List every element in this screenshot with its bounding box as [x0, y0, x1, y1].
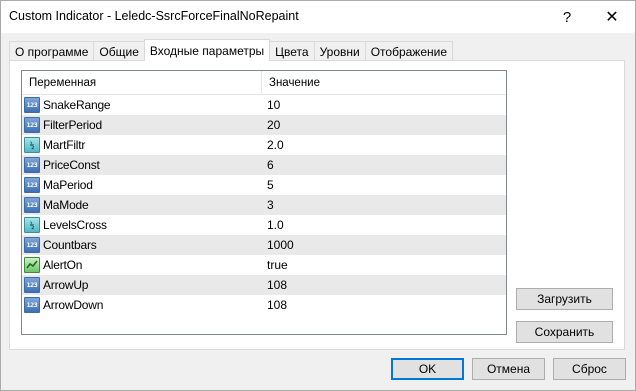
double-type-icon: ½	[24, 137, 40, 153]
variable-cell: ½ LevelsCross	[22, 215, 262, 235]
reset-button[interactable]: Сброс	[553, 358, 626, 380]
int-type-icon: 123	[24, 97, 40, 113]
table-row[interactable]: 123 MaMode 3	[22, 195, 506, 215]
variable-name: Countbars	[43, 238, 97, 252]
table-row[interactable]: ½ MartFiltr 2.0	[22, 135, 506, 155]
variable-cell: 123 Countbars	[22, 235, 262, 255]
table-row[interactable]: 123 Countbars 1000	[22, 235, 506, 255]
int-type-icon: 123	[24, 237, 40, 253]
variable-cell: AlertOn	[22, 255, 262, 275]
table-row[interactable]: 123 SnakeRange 10	[22, 95, 506, 115]
tab-label: Общие	[99, 44, 139, 59]
table-row[interactable]: ½ LevelsCross 1.0	[22, 215, 506, 235]
table-row[interactable]: AlertOn true	[22, 255, 506, 275]
tab-panel: Переменная Значение 123 SnakeRange 10 123 Fi…	[9, 60, 625, 350]
table-row[interactable]: 123 ArrowUp 108	[22, 275, 506, 295]
tab-about[interactable]: О программе	[9, 41, 95, 61]
window-title: Custom Indicator - Leledc-SsrcForceFinal…	[9, 9, 299, 23]
table-body: 123 SnakeRange 10 123 FilterPeriod 20 ½ MartFil…	[22, 95, 506, 315]
int-type-icon: 123	[24, 277, 40, 293]
title-bar: Custom Indicator - Leledc-SsrcForceFinal…	[1, 1, 635, 33]
int-type-icon: 123	[24, 177, 40, 193]
value-cell[interactable]: 1.0	[262, 218, 506, 232]
variable-cell: 123 MaPeriod	[22, 175, 262, 195]
variable-cell: 123 SnakeRange	[22, 95, 262, 115]
table-row[interactable]: 123 ArrowDown 108	[22, 295, 506, 315]
value-cell[interactable]: 20	[262, 118, 506, 132]
value-cell[interactable]: 5	[262, 178, 506, 192]
variable-name: MaMode	[43, 198, 89, 212]
close-icon: ✕	[605, 9, 619, 26]
variable-cell: 123 PriceConst	[22, 155, 262, 175]
variable-name: AlertOn	[43, 258, 83, 272]
tab-visualization[interactable]: Отображение	[364, 41, 454, 61]
variable-cell: 123 FilterPeriod	[22, 115, 262, 135]
value-cell[interactable]: 10	[262, 98, 506, 112]
variable-cell: 123 ArrowUp	[22, 275, 262, 295]
int-type-icon: 123	[24, 117, 40, 133]
tab-colors[interactable]: Цвета	[269, 41, 315, 61]
variable-name: MaPeriod	[43, 178, 93, 192]
save-button[interactable]: Сохранить	[516, 321, 613, 343]
value-cell[interactable]: 1000	[262, 238, 506, 252]
variable-name: ArrowDown	[43, 298, 104, 312]
value-cell[interactable]: 6	[262, 158, 506, 172]
variable-cell: 123 MaMode	[22, 195, 262, 215]
int-type-icon: 123	[24, 297, 40, 313]
value-cell[interactable]: true	[262, 258, 506, 272]
variable-name: ArrowUp	[43, 278, 89, 292]
load-button[interactable]: Загрузить	[516, 288, 613, 310]
tab-label: О программе	[15, 44, 89, 59]
table-row[interactable]: 123 FilterPeriod 20	[22, 115, 506, 135]
tab-label: Отображение	[370, 44, 448, 59]
int-type-icon: 123	[24, 157, 40, 173]
close-button[interactable]: ✕	[589, 1, 635, 33]
tab-common[interactable]: Общие	[93, 41, 145, 61]
table-header: Переменная Значение	[22, 71, 506, 95]
variable-name: FilterPeriod	[43, 118, 102, 132]
value-cell[interactable]: 108	[262, 298, 506, 312]
dialog-window: Custom Indicator - Leledc-SsrcForceFinal…	[0, 0, 636, 391]
variable-name: PriceConst	[43, 158, 100, 172]
column-header-variable[interactable]: Переменная	[22, 71, 262, 95]
cancel-button[interactable]: Отмена	[472, 358, 545, 380]
value-cell[interactable]: 108	[262, 278, 506, 292]
variable-cell: ½ MartFiltr	[22, 135, 262, 155]
parameters-table[interactable]: Переменная Значение 123 SnakeRange 10 123 Fi…	[21, 70, 507, 335]
tab-levels[interactable]: Уровни	[313, 41, 366, 61]
variable-name: LevelsCross	[43, 218, 107, 232]
variable-cell: 123 ArrowDown	[22, 295, 262, 315]
value-cell[interactable]: 2.0	[262, 138, 506, 152]
double-type-icon: ½	[24, 217, 40, 233]
tab-label: Уровни	[319, 44, 360, 59]
table-row[interactable]: 123 PriceConst 6	[22, 155, 506, 175]
bool-type-icon	[24, 257, 40, 273]
tab-inputs[interactable]: Входные параметры	[143, 39, 271, 61]
help-button[interactable]: ?	[544, 1, 590, 33]
variable-name: SnakeRange	[43, 98, 111, 112]
int-type-icon: 123	[24, 197, 40, 213]
variable-name: MartFiltr	[43, 138, 86, 152]
ok-button[interactable]: OK	[391, 358, 464, 380]
tab-label: Входные параметры	[149, 43, 265, 58]
help-icon: ?	[562, 8, 572, 26]
tab-label: Цвета	[275, 44, 309, 59]
column-header-value[interactable]: Значение	[262, 71, 506, 95]
table-row[interactable]: 123 MaPeriod 5	[22, 175, 506, 195]
value-cell[interactable]: 3	[262, 198, 506, 212]
tab-strip: О программе Общие Входные параметры Цвет…	[9, 39, 454, 61]
